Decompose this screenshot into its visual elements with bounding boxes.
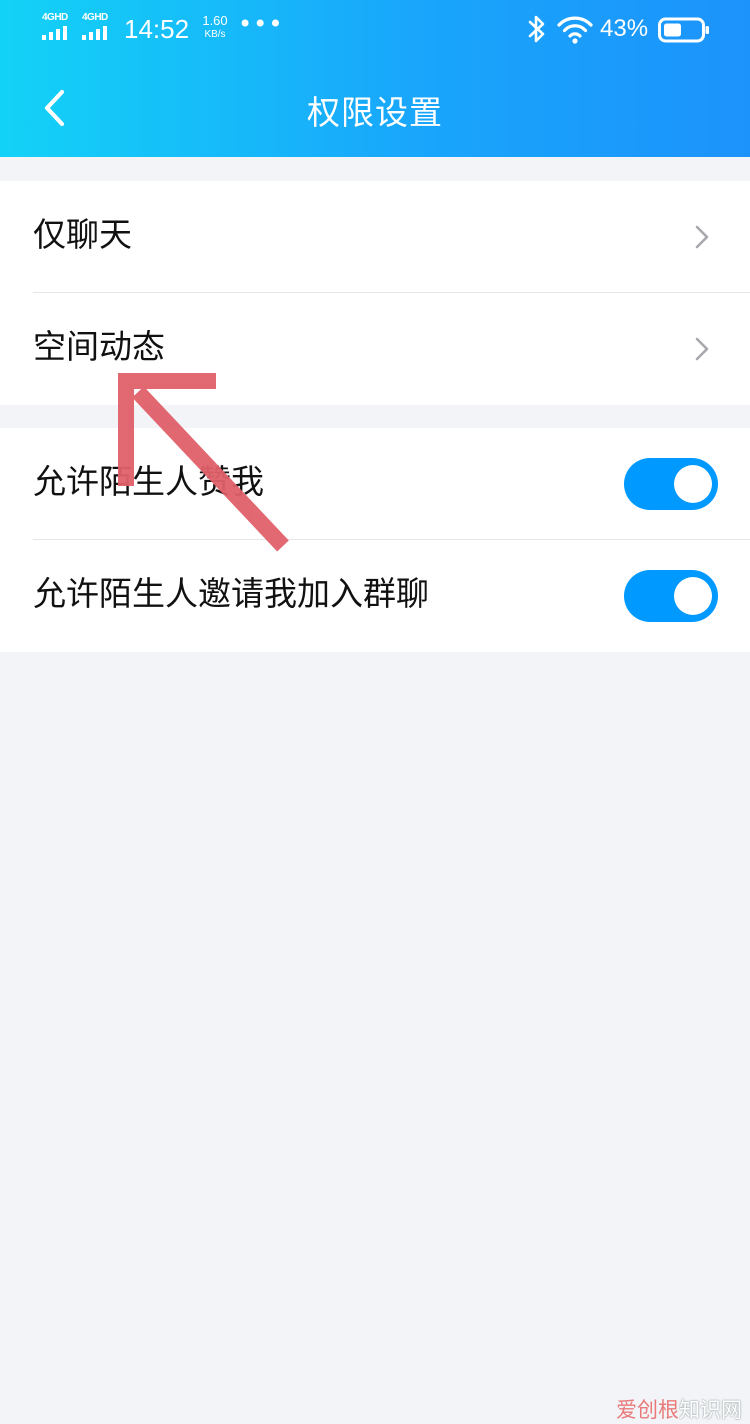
- signal-icon-sim1: 4GHD: [42, 12, 78, 42]
- wifi-icon: [557, 16, 593, 44]
- signal-bars-icon: [82, 26, 107, 40]
- chevron-right-icon: [695, 225, 709, 249]
- network-speed: 1.60 KB/s: [198, 14, 232, 42]
- battery-level-fill: [664, 23, 681, 37]
- setting-label: 空间动态: [33, 327, 165, 366]
- battery-percent: 43%: [600, 15, 649, 42]
- signal-bars-icon: [42, 26, 67, 40]
- watermark-part1: 爱创根: [616, 1398, 679, 1422]
- watermark: 爱创根知识网: [616, 1394, 742, 1424]
- network-speed-unit: KB/s: [204, 29, 226, 40]
- bluetooth-icon: [528, 15, 545, 43]
- toggle-knob: [674, 577, 712, 615]
- allow-stranger-invite-toggle[interactable]: [624, 570, 718, 622]
- clock-time: 14:52: [124, 14, 190, 44]
- signal-icon-sim2: 4GHD: [82, 12, 118, 42]
- watermark-part2: 知识网: [679, 1398, 742, 1422]
- settings-group-stranger: 允许陌生人赞我 允许陌生人邀请我加入群聊: [0, 428, 750, 652]
- network-type-label: 4GHD: [42, 12, 68, 23]
- toggle-knob: [674, 465, 712, 503]
- status-bar: 4GHD 4GHD 14:52 1.60 KB/s ••• 43%: [0, 0, 750, 60]
- chevron-right-icon: [695, 337, 709, 361]
- page-title: 权限设置: [307, 93, 443, 132]
- setting-label: 仅聊天: [33, 215, 132, 254]
- network-speed-value: 1.60: [202, 13, 228, 28]
- setting-row-chat-only[interactable]: 仅聊天: [0, 181, 750, 293]
- setting-label: 允许陌生人赞我: [33, 462, 264, 501]
- setting-label: 允许陌生人邀请我加入群聊: [33, 574, 429, 613]
- settings-group-visibility: 仅聊天 空间动态: [0, 181, 750, 405]
- setting-row-space-feed[interactable]: 空间动态: [0, 293, 750, 405]
- more-notifications-icon: •••: [238, 10, 284, 38]
- setting-row-allow-stranger-invite: 允许陌生人邀请我加入群聊: [0, 540, 750, 652]
- allow-stranger-like-toggle[interactable]: [624, 458, 718, 510]
- setting-row-allow-stranger-like: 允许陌生人赞我: [0, 428, 750, 540]
- battery-icon: [658, 17, 709, 43]
- network-type-label: 4GHD: [82, 12, 108, 23]
- app-header: 4GHD 4GHD 14:52 1.60 KB/s ••• 43% 权限设置: [0, 0, 750, 157]
